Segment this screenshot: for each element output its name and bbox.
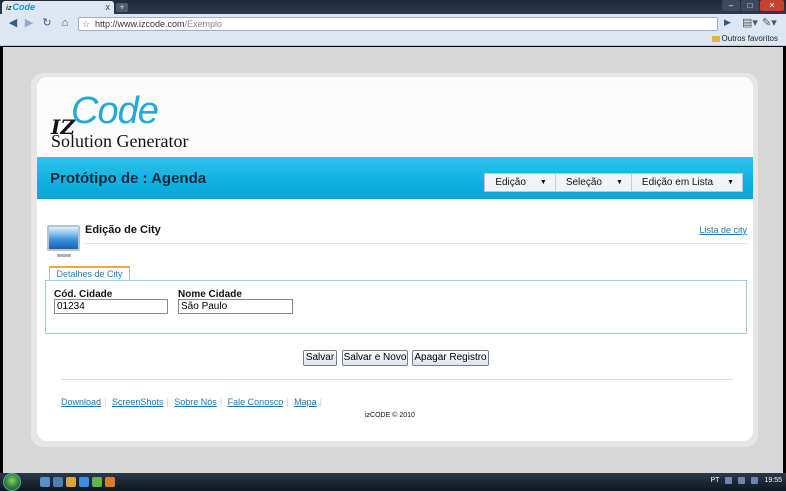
quick-launch — [40, 477, 115, 487]
clock[interactable]: 19:55 — [764, 477, 782, 484]
section-title: Edição de City — [85, 224, 161, 236]
monitor-icon — [47, 225, 80, 257]
reload-icon[interactable]: ↻ — [40, 17, 54, 30]
top-menu: Edição ▼ Seleção ▼ Edição em Lista ▼ — [484, 173, 743, 192]
page-menu-icon[interactable]: ▤▾ — [742, 16, 758, 29]
other-bookmarks[interactable]: Outros favoritos — [711, 34, 778, 43]
delete-record-button[interactable]: Apagar Registro — [412, 350, 489, 366]
nome-cidade-input[interactable] — [178, 299, 293, 314]
page-viewport: IZ Code Solution Generator Protótipo de … — [3, 47, 783, 473]
firefox-icon[interactable] — [105, 477, 115, 487]
footer-link-sobre-nos[interactable]: Sobre Nós — [174, 397, 217, 407]
address-bar[interactable]: ☆ http://www.izcode.com/Exemplo — [78, 17, 718, 31]
volume-icon[interactable] — [738, 477, 746, 484]
network-icon[interactable] — [725, 477, 733, 484]
minimize-icon[interactable]: – — [722, 0, 740, 11]
ie-icon[interactable] — [79, 477, 89, 487]
new-tab-button[interactable]: + — [116, 3, 128, 12]
go-arrow-icon[interactable]: ▶ — [724, 17, 731, 28]
folder-icon[interactable] — [66, 477, 76, 487]
chevron-down-icon: ▼ — [727, 179, 734, 186]
start-button-icon[interactable] — [3, 473, 21, 491]
form-panel: Cód. Cidade Nome Cidade — [45, 280, 747, 334]
windows-taskbar: PT 19:55 — [0, 473, 786, 491]
menu-edicao-em-lista[interactable]: Edição em Lista ▼ — [632, 174, 742, 191]
footer-link-download[interactable]: Download — [61, 397, 101, 407]
list-of-city-link[interactable]: Lista de city — [699, 225, 747, 235]
chrome-icon[interactable] — [92, 477, 102, 487]
browser-tabstrip: izCode x + – □ ✕ — [0, 0, 786, 14]
browser-toolbar: ◀ ▶ ↻ ⌂ ☆ http://www.izcode.com/Exemplo … — [0, 14, 786, 33]
tab-favicon-logo: izCode — [6, 2, 35, 12]
footer-link-fale-conosco[interactable]: Fale Conosco — [228, 397, 284, 407]
wrench-menu-icon[interactable]: ✎▾ — [762, 16, 777, 29]
maximize-icon[interactable]: □ — [741, 0, 759, 11]
home-icon[interactable]: ⌂ — [58, 17, 72, 30]
header-banner: Protótipo de : Agenda Edição ▼ Seleção ▼ E… — [37, 157, 753, 199]
forward-arrow-icon[interactable]: ▶ — [22, 17, 36, 30]
cod-cidade-input[interactable] — [54, 299, 168, 314]
page-title: Protótipo de : Agenda — [50, 170, 207, 187]
chevron-down-icon: ▼ — [615, 179, 623, 186]
tab-detalhes-de-city[interactable]: Detalhes de City — [49, 266, 130, 281]
bookmark-star-icon[interactable]: ☆ — [82, 18, 90, 30]
page-frame: IZ Code Solution Generator Protótipo de … — [31, 73, 758, 447]
system-tray: PT 19:55 — [711, 477, 782, 484]
divider — [61, 379, 733, 380]
menu-selecao[interactable]: Seleção ▼ — [556, 174, 632, 191]
switch-windows-icon[interactable] — [53, 477, 63, 487]
browser-tab[interactable]: izCode x — [2, 1, 114, 14]
copyright: izCODE © 2010 — [365, 412, 415, 419]
divider — [85, 243, 747, 244]
window-controls: – □ ✕ — [722, 0, 784, 11]
footer-link-mapa[interactable]: Mapa — [294, 397, 317, 407]
back-arrow-icon[interactable]: ◀ — [6, 17, 20, 30]
tray-app-icon[interactable] — [751, 477, 759, 484]
folder-icon — [711, 35, 720, 42]
show-desktop-icon[interactable] — [40, 477, 50, 487]
language-indicator[interactable]: PT — [711, 477, 720, 484]
save-button[interactable]: Salvar — [303, 350, 337, 366]
tab-close-icon[interactable]: x — [106, 1, 111, 14]
chevron-down-icon: ▼ — [539, 179, 547, 186]
footer-links: Download | ScreenShots | Sobre Nós | Fale C… — [61, 397, 322, 407]
save-and-new-button[interactable]: Salvar e Novo — [342, 350, 408, 366]
content-card: IZ Code Solution Generator Protótipo de … — [37, 77, 753, 441]
bookmarks-bar: Outros favoritos — [0, 33, 786, 46]
footer-link-screenshots[interactable]: ScreenShots — [112, 397, 164, 407]
menu-edicao[interactable]: Edição ▼ — [485, 174, 556, 191]
close-window-icon[interactable]: ✕ — [760, 0, 784, 11]
